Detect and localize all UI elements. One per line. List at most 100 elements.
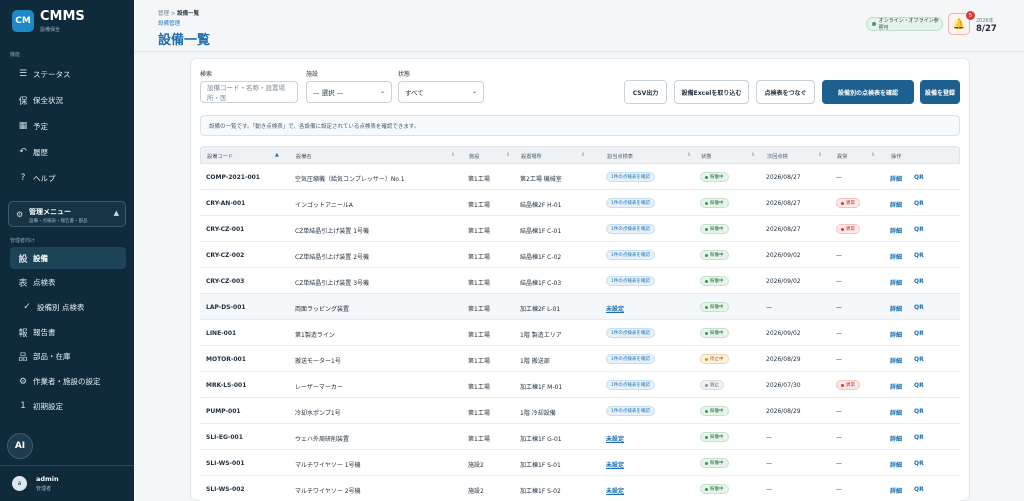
column-header[interactable]: 施設 bbox=[469, 153, 479, 160]
sidebar-item[interactable]: 保保全状況 bbox=[10, 89, 126, 111]
sidebar-admin-item[interactable]: ✓ 設備別 点検表 bbox=[10, 296, 126, 318]
checklist-badge[interactable]: 1件の点検表を確認 bbox=[606, 276, 655, 286]
sort-icon[interactable]: ⇕ bbox=[818, 152, 822, 158]
qr-link[interactable]: QR bbox=[914, 408, 924, 415]
column-header[interactable]: 設備コード bbox=[207, 153, 233, 160]
sidebar-admin-item[interactable]: 品部品・在庫 bbox=[10, 346, 126, 368]
status-filter-label: 状態 bbox=[398, 71, 411, 78]
column-header[interactable]: 異常 bbox=[837, 153, 847, 160]
history-icon: ↶ bbox=[19, 147, 27, 157]
abnormal-value: — bbox=[836, 460, 842, 467]
checklist-badge[interactable]: 1件の点検表を確認 bbox=[606, 406, 655, 416]
sidebar-admin-item[interactable]: ⚙ 作業者・施設の設定 bbox=[10, 371, 126, 393]
checklist-badge[interactable]: 1件の点検表を確認 bbox=[606, 250, 655, 260]
status-dot-icon bbox=[705, 227, 708, 231]
column-header[interactable]: 状態 bbox=[701, 153, 711, 160]
checklist-badge[interactable]: 1件の点検表を確認 bbox=[606, 328, 655, 338]
equipment-code: CRY-AN-001 bbox=[206, 200, 246, 207]
kanji-icon: 品 bbox=[18, 353, 28, 364]
sort-icon[interactable]: ⇕ bbox=[871, 152, 875, 158]
sidebar-item-label: 初期設定 bbox=[33, 401, 63, 411]
sort-ascending-icon[interactable]: ▲ bbox=[275, 152, 279, 158]
user-profile[interactable]: a admin 管理者 bbox=[0, 465, 134, 501]
checklist-unset-link[interactable]: 未設定 bbox=[606, 486, 624, 495]
sidebar-admin-item[interactable]: 1 初期設定 bbox=[10, 395, 126, 417]
detail-link[interactable]: 詳細 bbox=[890, 200, 902, 209]
checklist-unset-link[interactable]: 未設定 bbox=[606, 304, 624, 313]
management-menu-toggle[interactable]: ⚙ 管理メニュー 設備・点検表・報告書・部品 ▲ bbox=[8, 201, 126, 227]
breadcrumb-separator: > bbox=[170, 11, 176, 17]
sidebar-admin-item[interactable]: 表点検表 bbox=[10, 272, 126, 294]
qr-link[interactable]: QR bbox=[914, 174, 924, 181]
ai-assistant-button[interactable]: AI bbox=[7, 433, 33, 459]
checklist-unset-link[interactable]: 未設定 bbox=[606, 434, 624, 443]
column-header[interactable]: 割当点検表 bbox=[607, 153, 633, 160]
sort-icon[interactable]: ⇕ bbox=[751, 152, 755, 158]
detail-link[interactable]: 詳細 bbox=[890, 486, 902, 495]
qr-link[interactable]: QR bbox=[914, 434, 924, 441]
check-equipment-checklist-button[interactable]: 設備別の点検表を確認 bbox=[822, 80, 914, 104]
detail-link[interactable]: 詳細 bbox=[890, 408, 902, 417]
qr-link[interactable]: QR bbox=[914, 460, 924, 467]
checklist-badge[interactable]: 1件の点検表を確認 bbox=[606, 224, 655, 234]
qr-link[interactable]: QR bbox=[914, 200, 924, 207]
sidebar-item[interactable]: ↶ 履歴 bbox=[10, 141, 126, 163]
checklist-badge[interactable]: 1件の点検表を確認 bbox=[606, 354, 655, 364]
user-role: 管理者 bbox=[36, 486, 52, 492]
kanji-icon: 保 bbox=[18, 96, 28, 107]
sidebar-item[interactable]: ? ヘルプ bbox=[10, 167, 126, 189]
detail-link[interactable]: 詳細 bbox=[890, 330, 902, 339]
column-header[interactable]: 設置場所 bbox=[521, 153, 542, 160]
qr-link[interactable]: QR bbox=[914, 278, 924, 285]
status-select[interactable]: すべて ⌄ bbox=[398, 81, 484, 103]
column-header[interactable]: 設備名 bbox=[296, 153, 312, 160]
equipment-facility: 第1工場 bbox=[468, 228, 490, 235]
link-checklist-button[interactable]: 点検表をつなぐ bbox=[756, 80, 815, 104]
table-row: CRY-AN-001 インゴットアニールA 第1工場 結晶棟2F H-01 1件の点検表… bbox=[200, 190, 960, 216]
checklist-unset-link[interactable]: 未設定 bbox=[606, 460, 624, 469]
search-input[interactable]: 設備コード・名称・設置場所・医 bbox=[200, 81, 298, 103]
detail-link[interactable]: 詳細 bbox=[890, 174, 902, 183]
detail-link[interactable]: 詳細 bbox=[890, 226, 902, 235]
sort-icon[interactable]: ⇕ bbox=[581, 152, 585, 158]
sort-icon[interactable]: ⇕ bbox=[506, 152, 510, 158]
qr-link[interactable]: QR bbox=[914, 226, 924, 233]
detail-link[interactable]: 詳細 bbox=[890, 382, 902, 391]
column-header[interactable]: 次回点検 bbox=[767, 153, 788, 160]
sidebar-item-label: 報告書 bbox=[33, 327, 56, 337]
sidebar-item[interactable]: ▦ 予定 bbox=[10, 115, 126, 137]
detail-link[interactable]: 詳細 bbox=[890, 278, 902, 287]
import-excel-button[interactable]: 設備Excelを取り込む bbox=[674, 80, 749, 104]
equipment-name: レーザーマーカー bbox=[295, 384, 343, 391]
sidebar-admin-item[interactable]: 設設備 bbox=[10, 247, 126, 269]
breadcrumb-parent[interactable]: 管理 bbox=[158, 11, 169, 17]
qr-link[interactable]: QR bbox=[914, 330, 924, 337]
status-badge: 稼働中 bbox=[700, 224, 729, 234]
detail-link[interactable]: 詳細 bbox=[890, 460, 902, 469]
qr-link[interactable]: QR bbox=[914, 486, 924, 493]
qr-link[interactable]: QR bbox=[914, 356, 924, 363]
qr-link[interactable]: QR bbox=[914, 252, 924, 259]
qr-link[interactable]: QR bbox=[914, 382, 924, 389]
qr-link[interactable]: QR bbox=[914, 304, 924, 311]
sidebar-item[interactable]: ☰ ステータス bbox=[10, 63, 126, 85]
sort-icon[interactable]: ⇕ bbox=[687, 152, 691, 158]
next-inspection-date: 2026/09/02 bbox=[766, 330, 801, 337]
detail-link[interactable]: 詳細 bbox=[890, 356, 902, 365]
sidebar-item-label: 部品・在庫 bbox=[33, 352, 71, 362]
abnormal-text: 異常 bbox=[846, 227, 855, 232]
csv-export-button[interactable]: CSV出力 bbox=[624, 80, 667, 104]
detail-link[interactable]: 詳細 bbox=[890, 434, 902, 443]
status-text: 稼働中 bbox=[710, 201, 724, 206]
abnormal-badge: 異常 bbox=[836, 380, 860, 390]
register-equipment-button[interactable]: 設備を登録 bbox=[920, 80, 960, 104]
checklist-badge[interactable]: 1件の点検表を確認 bbox=[606, 198, 655, 208]
sort-icon[interactable]: ⇕ bbox=[451, 152, 455, 158]
checklist-badge[interactable]: 1件の点検表を確認 bbox=[606, 380, 655, 390]
sidebar-admin-item[interactable]: 報報告書 bbox=[10, 321, 126, 343]
checklist-badge[interactable]: 1件の点検表を確認 bbox=[606, 172, 655, 182]
detail-link[interactable]: 詳細 bbox=[890, 252, 902, 261]
detail-link[interactable]: 詳細 bbox=[890, 304, 902, 313]
facility-select[interactable]: — 選択 — ⌄ bbox=[306, 81, 392, 103]
equipment-facility: 施設2 bbox=[468, 488, 484, 495]
